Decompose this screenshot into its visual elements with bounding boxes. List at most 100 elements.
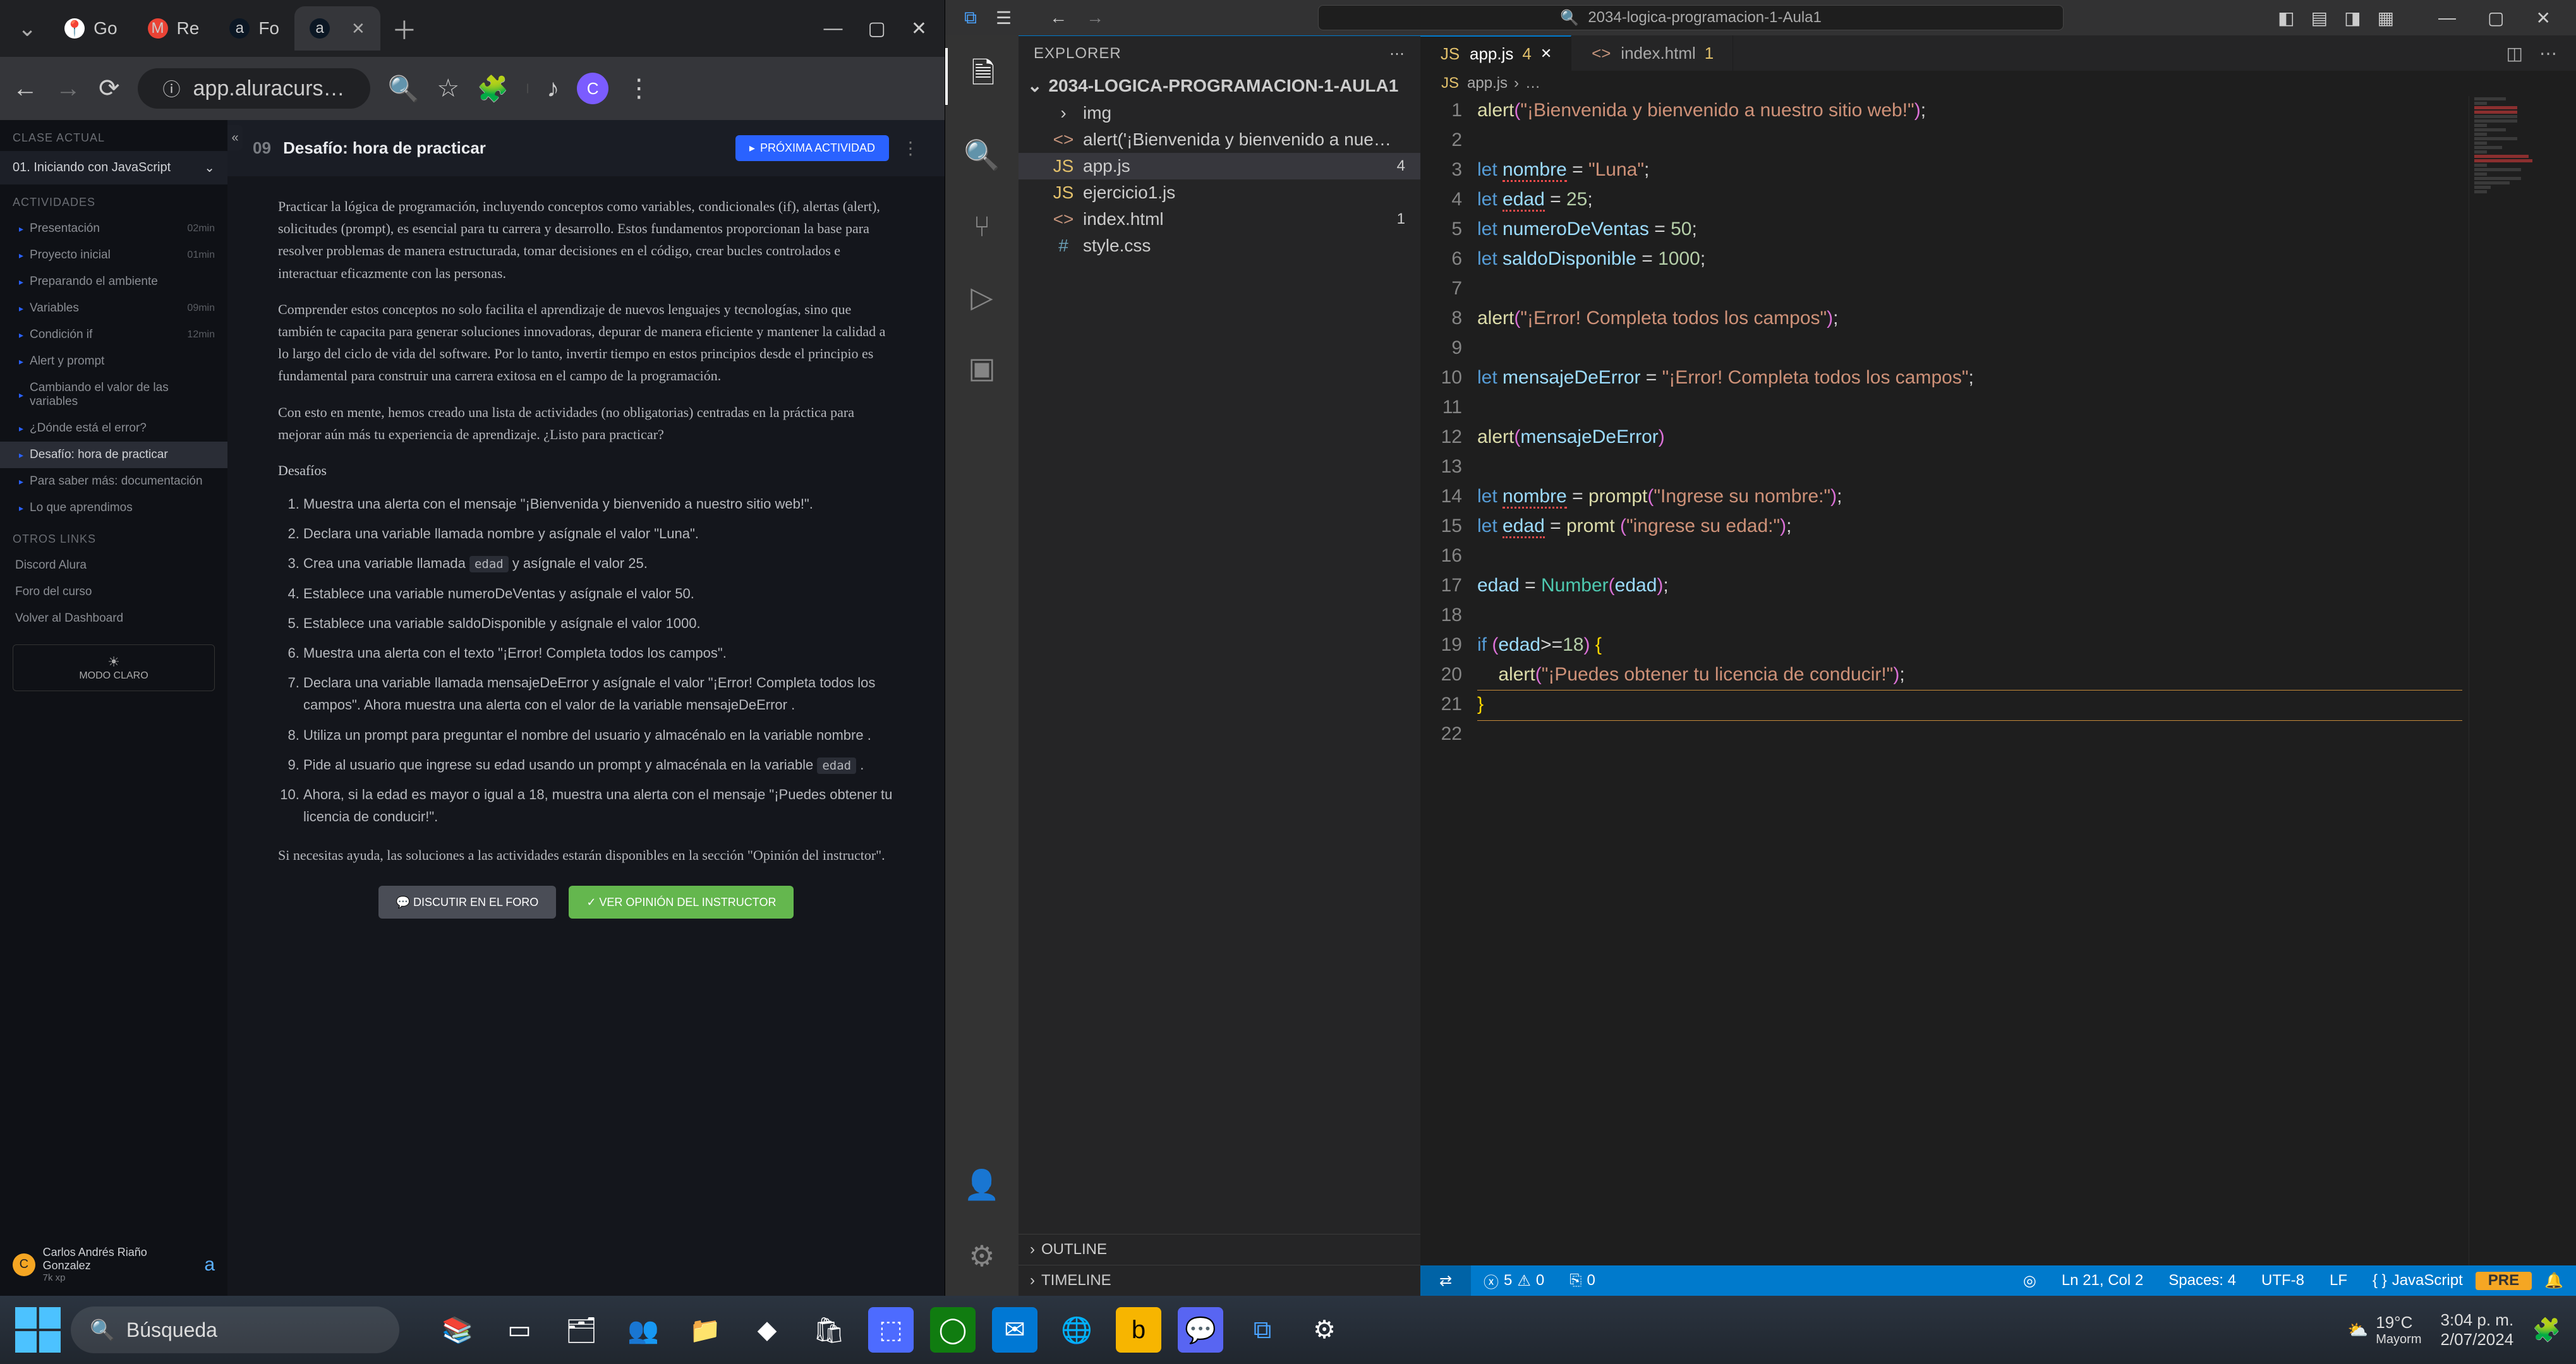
- toggle-panel-icon[interactable]: ▤: [2311, 8, 2328, 28]
- app-icon-2[interactable]: ⬚: [868, 1307, 914, 1353]
- extensions-icon[interactable]: 🧩: [477, 74, 509, 104]
- command-center[interactable]: 🔍 2034-logica-programacion-1-Aula1: [1318, 5, 2064, 30]
- layout-icon[interactable]: ▦: [2378, 8, 2394, 28]
- code-line[interactable]: let saldoDisponible = 1000;: [1477, 244, 2462, 274]
- task-view-icon[interactable]: ▭: [497, 1307, 542, 1353]
- editor-more-icon[interactable]: ⋯: [2539, 43, 2557, 64]
- code-line[interactable]: alert("¡Error! Completa todos los campos…: [1477, 304, 2462, 334]
- project-folder[interactable]: ⌄ 2034-LOGICA-PROGRAMACION-1-AULA1: [1019, 71, 1420, 100]
- maximize-icon[interactable]: ▢: [2488, 8, 2504, 28]
- new-tab-button[interactable]: ＋: [392, 10, 417, 47]
- file-tree-item[interactable]: ›img: [1019, 100, 1420, 126]
- nav-forward-icon[interactable]: →: [1086, 8, 1104, 28]
- vscode-app-icon[interactable]: ⧉: [1240, 1307, 1285, 1353]
- sidebar-activity-item[interactable]: ▸Preparando el ambiente: [0, 269, 227, 295]
- browser-tab[interactable]: 📍Go: [49, 6, 132, 51]
- code-line[interactable]: let nombre = prompt("Ingrese su nombre:"…: [1477, 482, 2462, 512]
- settings-app-icon[interactable]: ⚙: [1302, 1307, 1347, 1353]
- code-editor[interactable]: 12345678910111213141516171819202122 aler…: [1420, 96, 2576, 1265]
- sidebar-activity-item[interactable]: ▸Para saber más: documentación: [0, 468, 227, 495]
- folder-app-icon[interactable]: 📁: [682, 1307, 728, 1353]
- sidebar-link[interactable]: Discord Alura: [0, 552, 227, 579]
- eol[interactable]: LF: [2317, 1272, 2360, 1290]
- module-header[interactable]: 01. Iniciando con JavaScript⌄: [0, 151, 227, 184]
- encoding[interactable]: UTF-8: [2249, 1272, 2317, 1290]
- minimize-icon[interactable]: ―: [2438, 8, 2456, 28]
- code-line[interactable]: [1477, 720, 2462, 749]
- chrome-app-icon[interactable]: 🌐: [1054, 1307, 1099, 1353]
- cursor-position[interactable]: Ln 21, Col 2: [2049, 1272, 2156, 1290]
- timeline-panel[interactable]: ›TIMELINE: [1019, 1265, 1420, 1296]
- instructor-opinion-button[interactable]: ✓ VER OPINIÓN DEL INSTRUCTOR: [569, 886, 794, 919]
- code-line[interactable]: [1477, 393, 2462, 423]
- code-line[interactable]: [1477, 126, 2462, 155]
- sidebar-activity-item[interactable]: ▸Condición if12min: [0, 322, 227, 348]
- code-line[interactable]: alert(mensajeDeError): [1477, 423, 2462, 452]
- sidebar-link[interactable]: Volver al Dashboard: [0, 605, 227, 632]
- bookmark-icon[interactable]: ☆: [437, 74, 459, 103]
- browser-close-icon[interactable]: ✕: [911, 18, 927, 40]
- file-tree-item[interactable]: <>index.html1: [1019, 206, 1420, 232]
- language-mode[interactable]: { } JavaScript: [2360, 1272, 2476, 1290]
- app-icon[interactable]: ◆: [744, 1307, 790, 1353]
- close-icon[interactable]: ✕: [2536, 8, 2551, 28]
- ports-indicator[interactable]: ⎘0: [1557, 1272, 1608, 1289]
- code-line[interactable]: let nombre = "Luna";: [1477, 155, 2462, 185]
- settings-gear-icon[interactable]: ⚙: [964, 1235, 1000, 1277]
- file-tree-item[interactable]: <>alert('¡Bienvenida y bienvenido a nue…: [1019, 126, 1420, 153]
- sidebar-collapse-button[interactable]: «: [227, 125, 243, 150]
- media-icon[interactable]: ♪: [547, 75, 559, 103]
- sidebar-activity-item[interactable]: ▸¿Dónde está el error?: [0, 415, 227, 442]
- tab-close-icon[interactable]: ✕: [1540, 45, 1552, 62]
- file-tree-item[interactable]: JSapp.js4: [1019, 153, 1420, 179]
- tab-close-icon[interactable]: ✕: [351, 19, 365, 39]
- code-line[interactable]: edad = Number(edad);: [1477, 571, 2462, 601]
- code-line[interactable]: let edad = 25;: [1477, 185, 2462, 215]
- app-menu-icon[interactable]: ☰: [996, 8, 1012, 28]
- code-line[interactable]: if (edad>=18) {: [1477, 631, 2462, 660]
- search-icon[interactable]: 🔍: [388, 74, 420, 104]
- search-view-icon[interactable]: 🔍: [945, 134, 1019, 176]
- browser-minimize-icon[interactable]: ―: [824, 18, 843, 40]
- source-control-icon[interactable]: ⑂: [945, 205, 1019, 247]
- copilot-tray-icon[interactable]: 🧩: [2532, 1317, 2561, 1343]
- outline-panel[interactable]: ›OUTLINE: [1019, 1234, 1420, 1265]
- sidebar-activity-item[interactable]: ▸Cambiando el valor de las variables: [0, 375, 227, 415]
- browser-tab[interactable]: MRe: [133, 6, 215, 51]
- browser-maximize-icon[interactable]: ▢: [868, 18, 886, 40]
- minimap[interactable]: [2469, 96, 2576, 1265]
- sidebar-activity-item[interactable]: ▸Lo que aprendimos: [0, 495, 227, 521]
- editor-tab[interactable]: JSapp.js 4✕: [1420, 35, 1571, 71]
- prettier-icon[interactable]: PRE: [2476, 1272, 2532, 1290]
- sidebar-activity-item[interactable]: ▸Alert y prompt: [0, 348, 227, 375]
- menu-icon[interactable]: ⋮: [626, 74, 651, 103]
- code-line[interactable]: alert("¡Puedes obtener tu licencia de co…: [1477, 660, 2462, 690]
- discord-app-icon[interactable]: 💬: [1178, 1307, 1223, 1353]
- code-line[interactable]: alert("¡Bienvenida y bienvenido a nuestr…: [1477, 96, 2462, 126]
- discuss-forum-button[interactable]: 💬 DISCUTIR EN EL FORO: [378, 886, 557, 919]
- taskbar-search[interactable]: 🔍 Búsqueda: [71, 1307, 399, 1353]
- code-line[interactable]: let mensajeDeError = "¡Error! Completa t…: [1477, 363, 2462, 393]
- tab-list-chevron-icon[interactable]: ⌄: [18, 15, 37, 42]
- sidebar-link[interactable]: Foro del curso: [0, 579, 227, 605]
- lesson-menu-icon[interactable]: ⋮: [902, 138, 919, 159]
- go-to-line-icon[interactable]: ◎: [2011, 1272, 2049, 1290]
- system-clock[interactable]: 3:04 p. m. 2/07/2024: [2441, 1310, 2514, 1349]
- xbox-app-icon[interactable]: ◯: [930, 1307, 976, 1353]
- browser-tab[interactable]: a✕: [294, 6, 380, 51]
- toggle-sidebar-icon[interactable]: ◧: [2278, 8, 2294, 28]
- sidebar-activity-item[interactable]: ▸Variables09min: [0, 295, 227, 322]
- explorer-app-icon[interactable]: 🗂: [559, 1307, 604, 1353]
- editor-tab[interactable]: <>index.html 1: [1571, 35, 1733, 71]
- sidebar-activity-item[interactable]: ▸Presentación02min: [0, 215, 227, 242]
- address-bar[interactable]: ⓘ app.aluracurs…: [138, 68, 370, 109]
- code-line[interactable]: [1477, 334, 2462, 363]
- remote-indicator[interactable]: ⇄: [1420, 1265, 1471, 1296]
- app-icon-3[interactable]: b: [1116, 1307, 1161, 1353]
- code-line[interactable]: [1477, 274, 2462, 304]
- store-app-icon[interactable]: 🛍: [806, 1307, 852, 1353]
- weather-widget[interactable]: ⛅ 19°C Mayorm: [2348, 1313, 2422, 1347]
- code-line[interactable]: }: [1477, 690, 2462, 720]
- explorer-view-icon[interactable]: 🗎: [945, 48, 1019, 105]
- code-line[interactable]: [1477, 452, 2462, 482]
